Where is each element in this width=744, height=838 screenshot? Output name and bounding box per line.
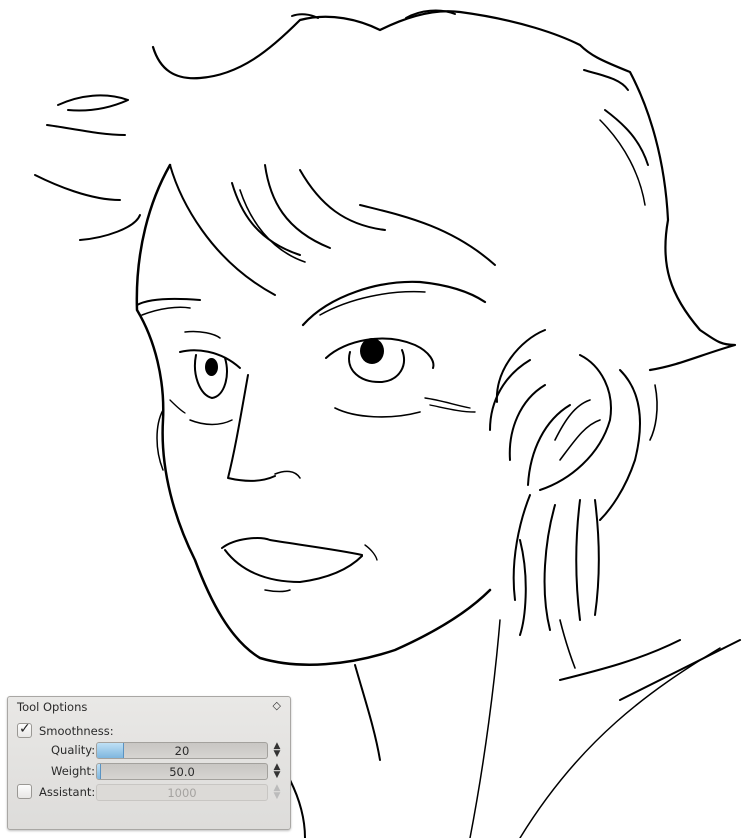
quality-value: 20 [174,744,190,758]
right-pupil [360,338,384,364]
smoothness-row: ✓ Smoothness: [17,721,277,741]
assistant-value: 1000 [167,786,197,800]
diamond-icon[interactable]: ◇ [273,699,281,712]
left-pupil [205,358,218,376]
weight-slider[interactable]: 50.0 [96,763,268,780]
weight-spin-icon[interactable]: ▲ ▼ [272,763,282,780]
quality-label: Quality: [51,743,96,757]
weight-row: Weight: 50.0 ▲ ▼ [8,763,290,781]
smoothness-checkbox[interactable]: ✓ [17,721,32,738]
quality-slider[interactable]: 20 [96,742,268,759]
smoothness-label: Smoothness: [39,724,114,738]
assistant-slider: 1000 [96,784,268,801]
quality-row: Quality: 20 ▲ ▼ [8,742,290,760]
assistant-label: Assistant: [39,785,96,799]
quality-spin-icon[interactable]: ▲ ▼ [272,742,282,759]
assistant-spin-icon: ▲ ▼ [273,783,281,801]
assistant-row: Assistant: 1000 ▲ ▼ [17,784,290,802]
panel-title: Tool Options [17,700,88,714]
weight-label: Weight: [51,764,95,778]
assistant-checkbox[interactable] [17,784,32,799]
check-icon: ✓ [19,721,31,737]
weight-value: 50.0 [169,765,195,779]
tool-options-panel: Tool Options ◇ ✓ Smoothness: Quality: 20… [7,696,291,830]
